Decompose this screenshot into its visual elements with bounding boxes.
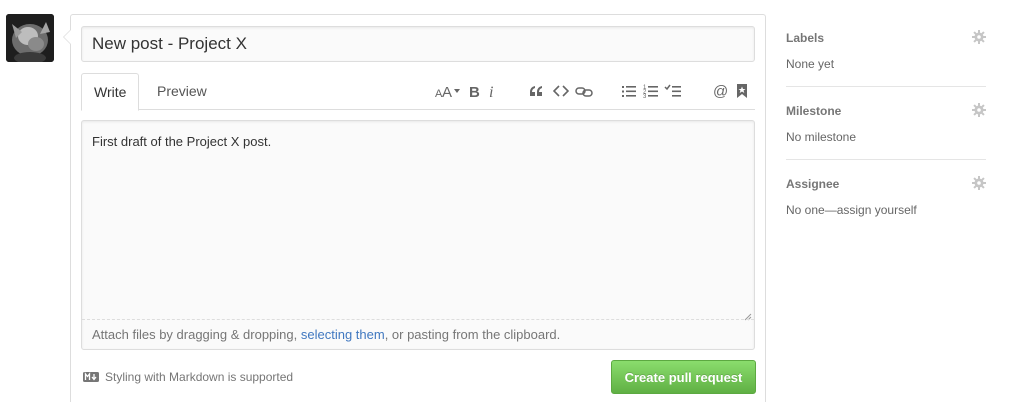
assign-yourself-link[interactable]: assign yourself (837, 203, 917, 217)
labels-value: None yet (786, 57, 835, 71)
pull-request-composer: Write Preview A A B i (63, 14, 766, 402)
svg-text:@: @ (713, 83, 728, 100)
bold-icon[interactable]: B (467, 81, 481, 101)
comment-body-textarea[interactable]: First draft of the Project X post. Attac… (81, 120, 755, 350)
editor-tabs: Write Preview A A B i 1 2 3 @ (81, 73, 755, 111)
labels-heading: Labels (786, 31, 825, 45)
assignee-none-text: No one— (786, 203, 837, 217)
numbered-list-icon[interactable]: 1 2 3 (643, 81, 659, 101)
assignee-value: No one—assign yourself (786, 203, 917, 217)
milestone-gear-icon[interactable] (972, 103, 986, 120)
svg-text:3: 3 (643, 94, 647, 100)
italic-icon[interactable]: i (487, 81, 499, 101)
link-icon[interactable] (575, 81, 593, 101)
text-size-icon[interactable]: A A (434, 81, 464, 101)
markdown-icon (83, 372, 99, 382)
code-icon[interactable] (553, 81, 569, 101)
title-input[interactable] (81, 26, 755, 62)
discussion-sidebar: Labels None yet Milestone No milestone A… (786, 14, 986, 233)
mention-icon[interactable]: @ (713, 81, 729, 101)
create-pull-request-button[interactable]: Create pull request (611, 360, 756, 394)
bullet-list-icon[interactable] (621, 81, 637, 101)
tab-preview[interactable]: Preview (157, 73, 207, 110)
sidebar-assignee: Assignee No one—assign yourself (786, 160, 986, 233)
sidebar-milestone: Milestone No milestone (786, 87, 986, 160)
comment-body-text[interactable]: First draft of the Project X post. (92, 134, 271, 149)
svg-text:B: B (469, 84, 480, 101)
sidebar-labels: Labels None yet (786, 14, 986, 87)
avatar-image (6, 14, 54, 62)
milestone-heading: Milestone (786, 104, 842, 118)
quote-icon[interactable] (528, 81, 544, 101)
saved-reply-icon[interactable] (736, 81, 748, 101)
assignee-gear-icon[interactable] (972, 176, 986, 193)
tab-write[interactable]: Write (81, 73, 140, 111)
assignee-heading: Assignee (786, 177, 840, 191)
markdown-help-link[interactable]: Styling with Markdown is supported (83, 370, 293, 384)
markdown-hint-text: Styling with Markdown is supported (105, 370, 294, 384)
avatar[interactable] (6, 14, 54, 62)
attach-text-before: Attach files by dragging & dropping, (92, 327, 301, 342)
select-files-link[interactable]: selecting them (301, 327, 385, 342)
file-drop-zone[interactable]: Attach files by dragging & dropping, sel… (82, 319, 754, 350)
milestone-value: No milestone (786, 130, 857, 144)
svg-text:A: A (442, 84, 452, 101)
attach-text-after: , or pasting from the clipboard. (384, 327, 561, 342)
labels-gear-icon[interactable] (972, 30, 986, 47)
svg-text:i: i (489, 84, 493, 101)
task-list-icon[interactable] (664, 81, 682, 101)
